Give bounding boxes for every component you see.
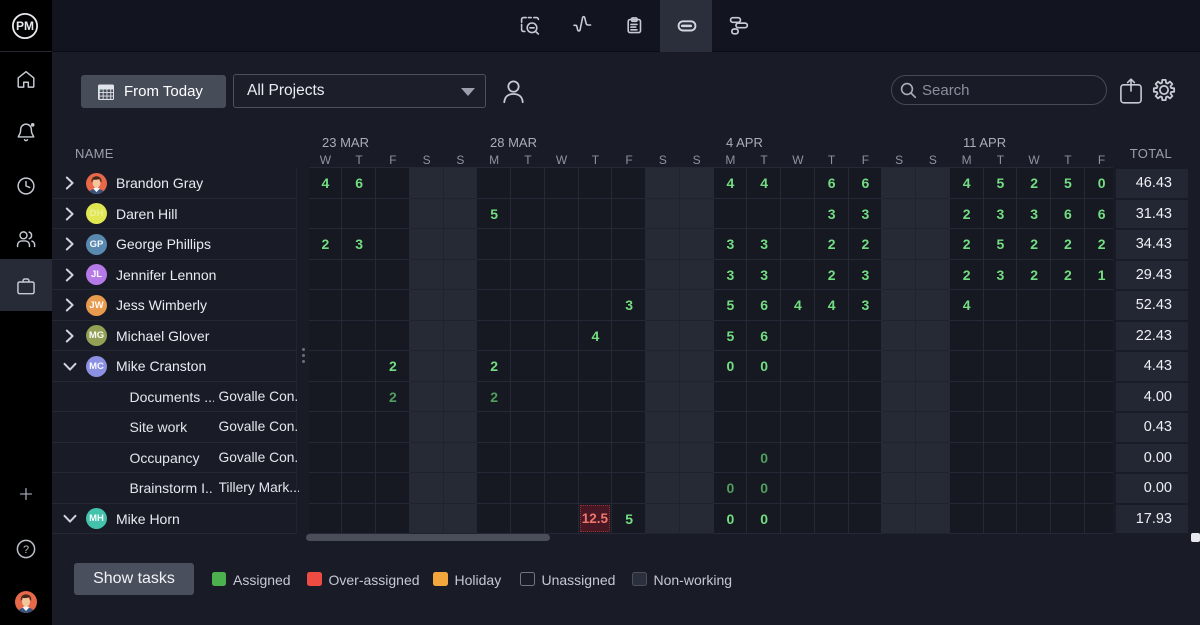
svg-text:PM: PM xyxy=(16,19,34,33)
svg-text:?: ? xyxy=(23,544,29,556)
